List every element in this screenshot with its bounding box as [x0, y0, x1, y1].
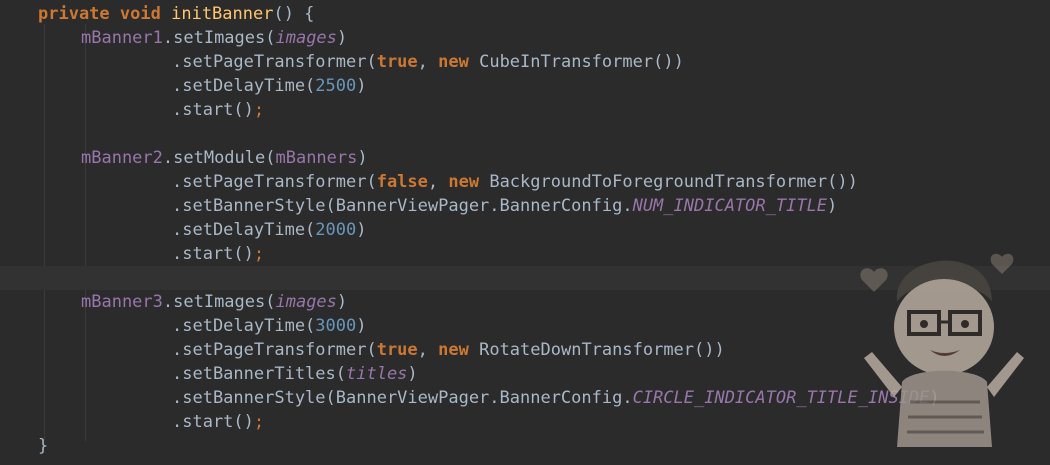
- closing-brace: }: [38, 436, 49, 456]
- keyword-new: new: [438, 52, 469, 72]
- paren: ()): [827, 172, 858, 192]
- keyword-new: new: [438, 340, 469, 360]
- code-line[interactable]: .start();: [0, 98, 1050, 122]
- code-line-method-signature[interactable]: private void initBanner() {: [0, 2, 1050, 26]
- method-call: .setPageTransformer(: [172, 340, 377, 360]
- method-call: .setImages(: [162, 292, 276, 312]
- method-call: .setBannerTitles(: [172, 364, 346, 384]
- number-literal: 2000: [315, 220, 357, 240]
- method-call: .setPageTransformer(: [172, 172, 377, 192]
- receiver: mBanner3: [81, 292, 163, 312]
- method-call: .setImages(: [162, 28, 276, 48]
- method-call: .setModule(: [162, 148, 276, 168]
- method-call: .setBannerStyle(: [172, 388, 336, 408]
- code-editor[interactable]: private void initBanner() { mBanner1.set…: [0, 0, 1050, 465]
- argument: titles: [346, 364, 408, 384]
- method-open: () {: [273, 4, 315, 24]
- code-line[interactable]: .setBannerStyle(BannerViewPager.BannerCo…: [0, 194, 1050, 218]
- class-name: BackgroundToForegroundTransformer: [479, 172, 828, 192]
- code-line[interactable]: .setDelayTime(2500): [0, 74, 1050, 98]
- paren: ): [356, 220, 367, 240]
- method-call: .setDelayTime(: [172, 316, 316, 336]
- class-name: RotateDownTransformer: [468, 340, 695, 360]
- method-call: .start(): [172, 412, 254, 432]
- number-literal: 2500: [315, 76, 357, 96]
- code-line[interactable]: mBanner2.setModule(mBanners): [0, 146, 1050, 170]
- paren: ): [827, 196, 838, 216]
- argument: images: [275, 28, 337, 48]
- method-call: .setDelayTime(: [172, 76, 316, 96]
- constant: NUM_INDICATOR_TITLE: [632, 196, 828, 216]
- qualified-class: BannerViewPager.BannerConfig.: [335, 388, 633, 408]
- paren: ()): [653, 52, 684, 72]
- keyword-void: void: [119, 4, 161, 24]
- paren: ): [357, 148, 368, 168]
- receiver: mBanner1: [81, 28, 163, 48]
- paren: ): [356, 76, 367, 96]
- semicolon: ;: [253, 412, 265, 432]
- qualified-class: BannerViewPager.BannerConfig.: [335, 196, 633, 216]
- method-call: .setDelayTime(: [172, 220, 316, 240]
- method-call: .start(): [172, 100, 254, 120]
- paren: ()): [694, 340, 725, 360]
- method-call: .setBannerStyle(: [172, 196, 336, 216]
- paren: ): [407, 364, 418, 384]
- argument: images: [275, 292, 337, 312]
- method-name: initBanner: [171, 4, 274, 24]
- cartoon-mascot-sticker-icon: [860, 253, 1024, 447]
- keyword-private: private: [38, 4, 110, 24]
- receiver: mBanner2: [81, 148, 163, 168]
- keyword-true: true: [376, 340, 418, 360]
- code-line[interactable]: .setPageTransformer(true, new CubeInTran…: [0, 50, 1050, 74]
- semicolon: ;: [253, 244, 265, 264]
- keyword-new: new: [448, 172, 480, 192]
- semicolon: ;: [253, 100, 265, 120]
- code-line[interactable]: .setPageTransformer(false, new Backgroun…: [0, 170, 1050, 194]
- comma: ,: [417, 340, 439, 360]
- class-name: CubeInTransformer: [468, 52, 654, 72]
- method-call: .setPageTransformer(: [172, 52, 377, 72]
- paren: ): [356, 316, 367, 336]
- comma: ,: [417, 52, 439, 72]
- number-literal: 3000: [315, 316, 357, 336]
- keyword-false: false: [376, 172, 428, 192]
- code-line[interactable]: mBanner1.setImages(images): [0, 26, 1050, 50]
- keyword-true: true: [376, 52, 418, 72]
- method-call: .start(): [172, 244, 254, 264]
- paren: ): [336, 292, 348, 312]
- paren: ): [336, 28, 348, 48]
- argument: mBanners: [275, 148, 358, 168]
- comma: ,: [427, 172, 449, 192]
